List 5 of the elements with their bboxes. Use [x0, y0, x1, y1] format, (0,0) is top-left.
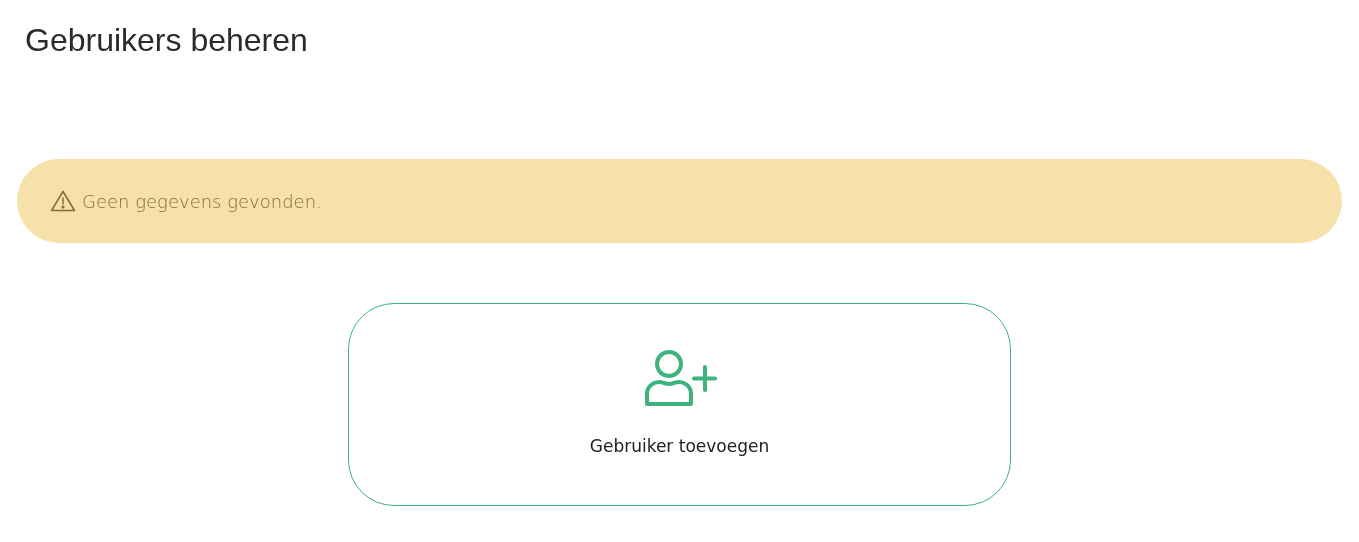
add-user-button[interactable]: Gebruiker toevoegen: [348, 303, 1011, 506]
page-title: Gebruikers beheren: [25, 21, 309, 60]
alert-message: Geen gegevens gevonden.: [82, 190, 322, 212]
user-plus-icon: [642, 350, 717, 408]
warning-icon: [50, 190, 76, 212]
